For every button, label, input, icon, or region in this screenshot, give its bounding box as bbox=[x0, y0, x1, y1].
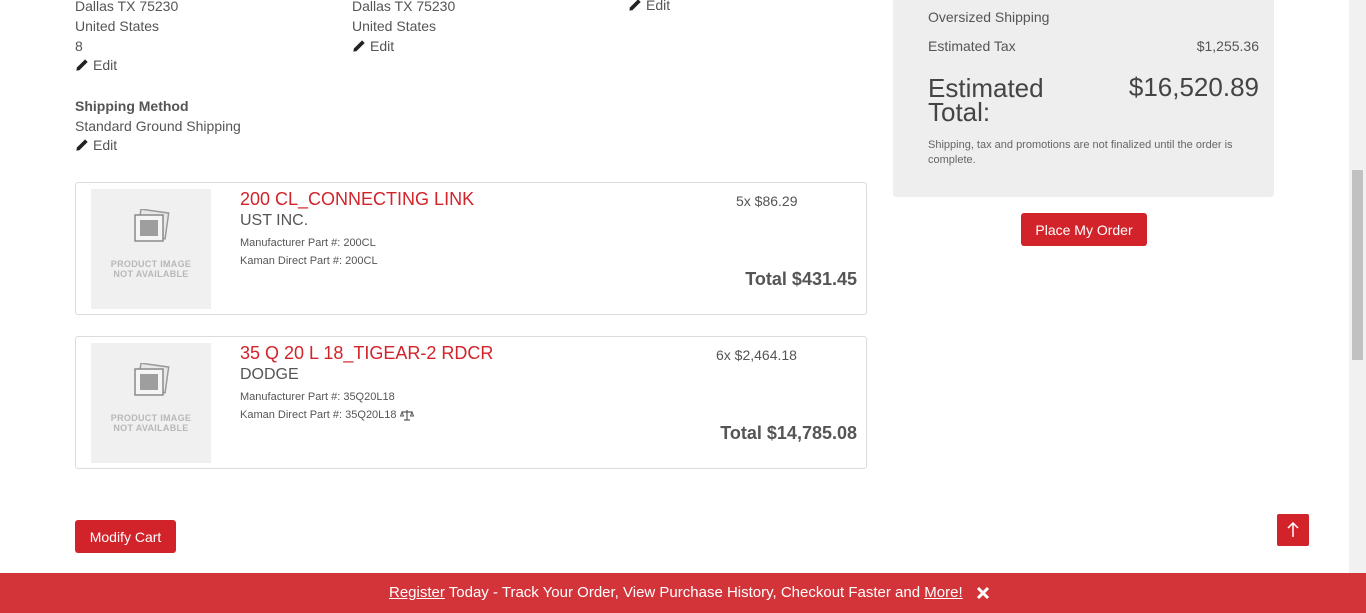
shipping-country: United States bbox=[352, 18, 437, 34]
image-text-line1: PRODUCT IMAGE bbox=[110, 259, 192, 269]
estimated-total-label: Estimated Total: bbox=[928, 75, 1044, 127]
product-image-placeholder: PRODUCT IMAGE NOT AVAILABLE bbox=[91, 189, 211, 309]
image-placeholder-icon bbox=[134, 363, 170, 396]
scroll-top-button[interactable] bbox=[1277, 514, 1309, 546]
scale-icon[interactable] bbox=[399, 409, 414, 421]
manufacturer-part: Manufacturer Part #: 200CL bbox=[240, 237, 376, 249]
cart-item: PRODUCT IMAGE NOT AVAILABLE 35 Q 20 L 18… bbox=[75, 336, 867, 469]
edit-shipping-method-link[interactable]: Edit bbox=[75, 137, 117, 153]
estimated-tax-label: Estimated Tax bbox=[928, 38, 1016, 54]
product-name-link[interactable]: 200 CL_CONNECTING LINK bbox=[240, 189, 474, 210]
pencil-icon bbox=[76, 139, 88, 151]
kaman-part: Kaman Direct Part #: 200CL bbox=[240, 255, 378, 267]
order-summary-panel: Oversized Shipping Estimated Tax $1,255.… bbox=[893, 0, 1274, 197]
estimated-total-value: $16,520.89 bbox=[1128, 72, 1259, 102]
billing-country: United States bbox=[75, 18, 160, 34]
more-link[interactable]: More! bbox=[924, 584, 962, 601]
quantity-price: 5x $86.29 bbox=[736, 193, 798, 209]
edit-label: Edit bbox=[93, 137, 118, 153]
edit-label: Edit bbox=[646, 0, 671, 13]
register-link[interactable]: Register bbox=[389, 584, 445, 601]
billing-extra: 8 bbox=[75, 38, 83, 54]
edit-label: Edit bbox=[93, 57, 118, 73]
image-unavailable-text: PRODUCT IMAGE NOT AVAILABLE bbox=[91, 413, 211, 433]
product-name-link[interactable]: 35 Q 20 L 18_TIGEAR-2 RDCR bbox=[240, 343, 493, 364]
register-banner: Register Today - Track Your Order, View … bbox=[0, 573, 1366, 613]
estimated-tax-value: $1,255.36 bbox=[1196, 38, 1259, 54]
close-icon[interactable] bbox=[976, 586, 990, 600]
product-brand: DODGE bbox=[240, 366, 299, 383]
shipping-method-value: Standard Ground Shipping bbox=[75, 118, 241, 134]
shipping-city-line: Dallas TX 75230 bbox=[352, 0, 456, 14]
kaman-part-text: Kaman Direct Part #: 35Q20L18 bbox=[240, 409, 397, 421]
pencil-icon bbox=[629, 0, 641, 11]
kaman-part-text: Kaman Direct Part #: 200CL bbox=[240, 255, 378, 267]
edit-label: Edit bbox=[370, 38, 395, 54]
quantity-price: 6x $2,464.18 bbox=[716, 347, 797, 363]
billing-city-line: Dallas TX 75230 bbox=[75, 0, 179, 14]
modify-cart-button[interactable]: Modify Cart bbox=[75, 520, 176, 553]
banner-middle-text: Today - Track Your Order, View Purchase … bbox=[444, 584, 925, 601]
place-order-button[interactable]: Place My Order bbox=[1021, 213, 1147, 246]
image-unavailable-text: PRODUCT IMAGE NOT AVAILABLE bbox=[91, 259, 211, 279]
edit-billing-link[interactable]: Edit bbox=[75, 57, 117, 73]
image-placeholder-icon bbox=[134, 209, 170, 242]
image-text-line1: PRODUCT IMAGE bbox=[110, 413, 192, 423]
pencil-icon bbox=[353, 40, 365, 52]
scrollbar-thumb[interactable] bbox=[1352, 170, 1363, 360]
arrow-up-icon bbox=[1287, 521, 1299, 537]
line-total: Total $14,785.08 bbox=[720, 423, 857, 443]
banner-message: Register Today - Track Your Order, View … bbox=[389, 584, 963, 601]
shipping-method-heading: Shipping Method bbox=[75, 98, 189, 114]
manufacturer-part-text: Manufacturer Part #: 200CL bbox=[240, 237, 376, 249]
summary-note: Shipping, tax and promotions are not fin… bbox=[928, 139, 1233, 166]
kaman-part: Kaman Direct Part #: 35Q20L18 bbox=[240, 409, 414, 421]
line-total: Total $431.45 bbox=[745, 269, 857, 289]
product-image-placeholder: PRODUCT IMAGE NOT AVAILABLE bbox=[91, 343, 211, 463]
product-brand: UST INC. bbox=[240, 212, 309, 229]
cart-item: PRODUCT IMAGE NOT AVAILABLE 200 CL_CONNE… bbox=[75, 182, 867, 315]
edit-payment-link[interactable]: Edit bbox=[628, 0, 670, 13]
oversized-shipping-label: Oversized Shipping bbox=[928, 9, 1050, 25]
image-text-line2: NOT AVAILABLE bbox=[113, 423, 189, 433]
manufacturer-part-text: Manufacturer Part #: 35Q20L18 bbox=[240, 391, 395, 403]
pencil-icon bbox=[76, 59, 88, 71]
manufacturer-part: Manufacturer Part #: 35Q20L18 bbox=[240, 391, 395, 403]
edit-shipping-link[interactable]: Edit bbox=[352, 38, 394, 54]
estimated-total-label-line2: Total: bbox=[928, 97, 991, 127]
image-text-line2: NOT AVAILABLE bbox=[113, 269, 189, 279]
